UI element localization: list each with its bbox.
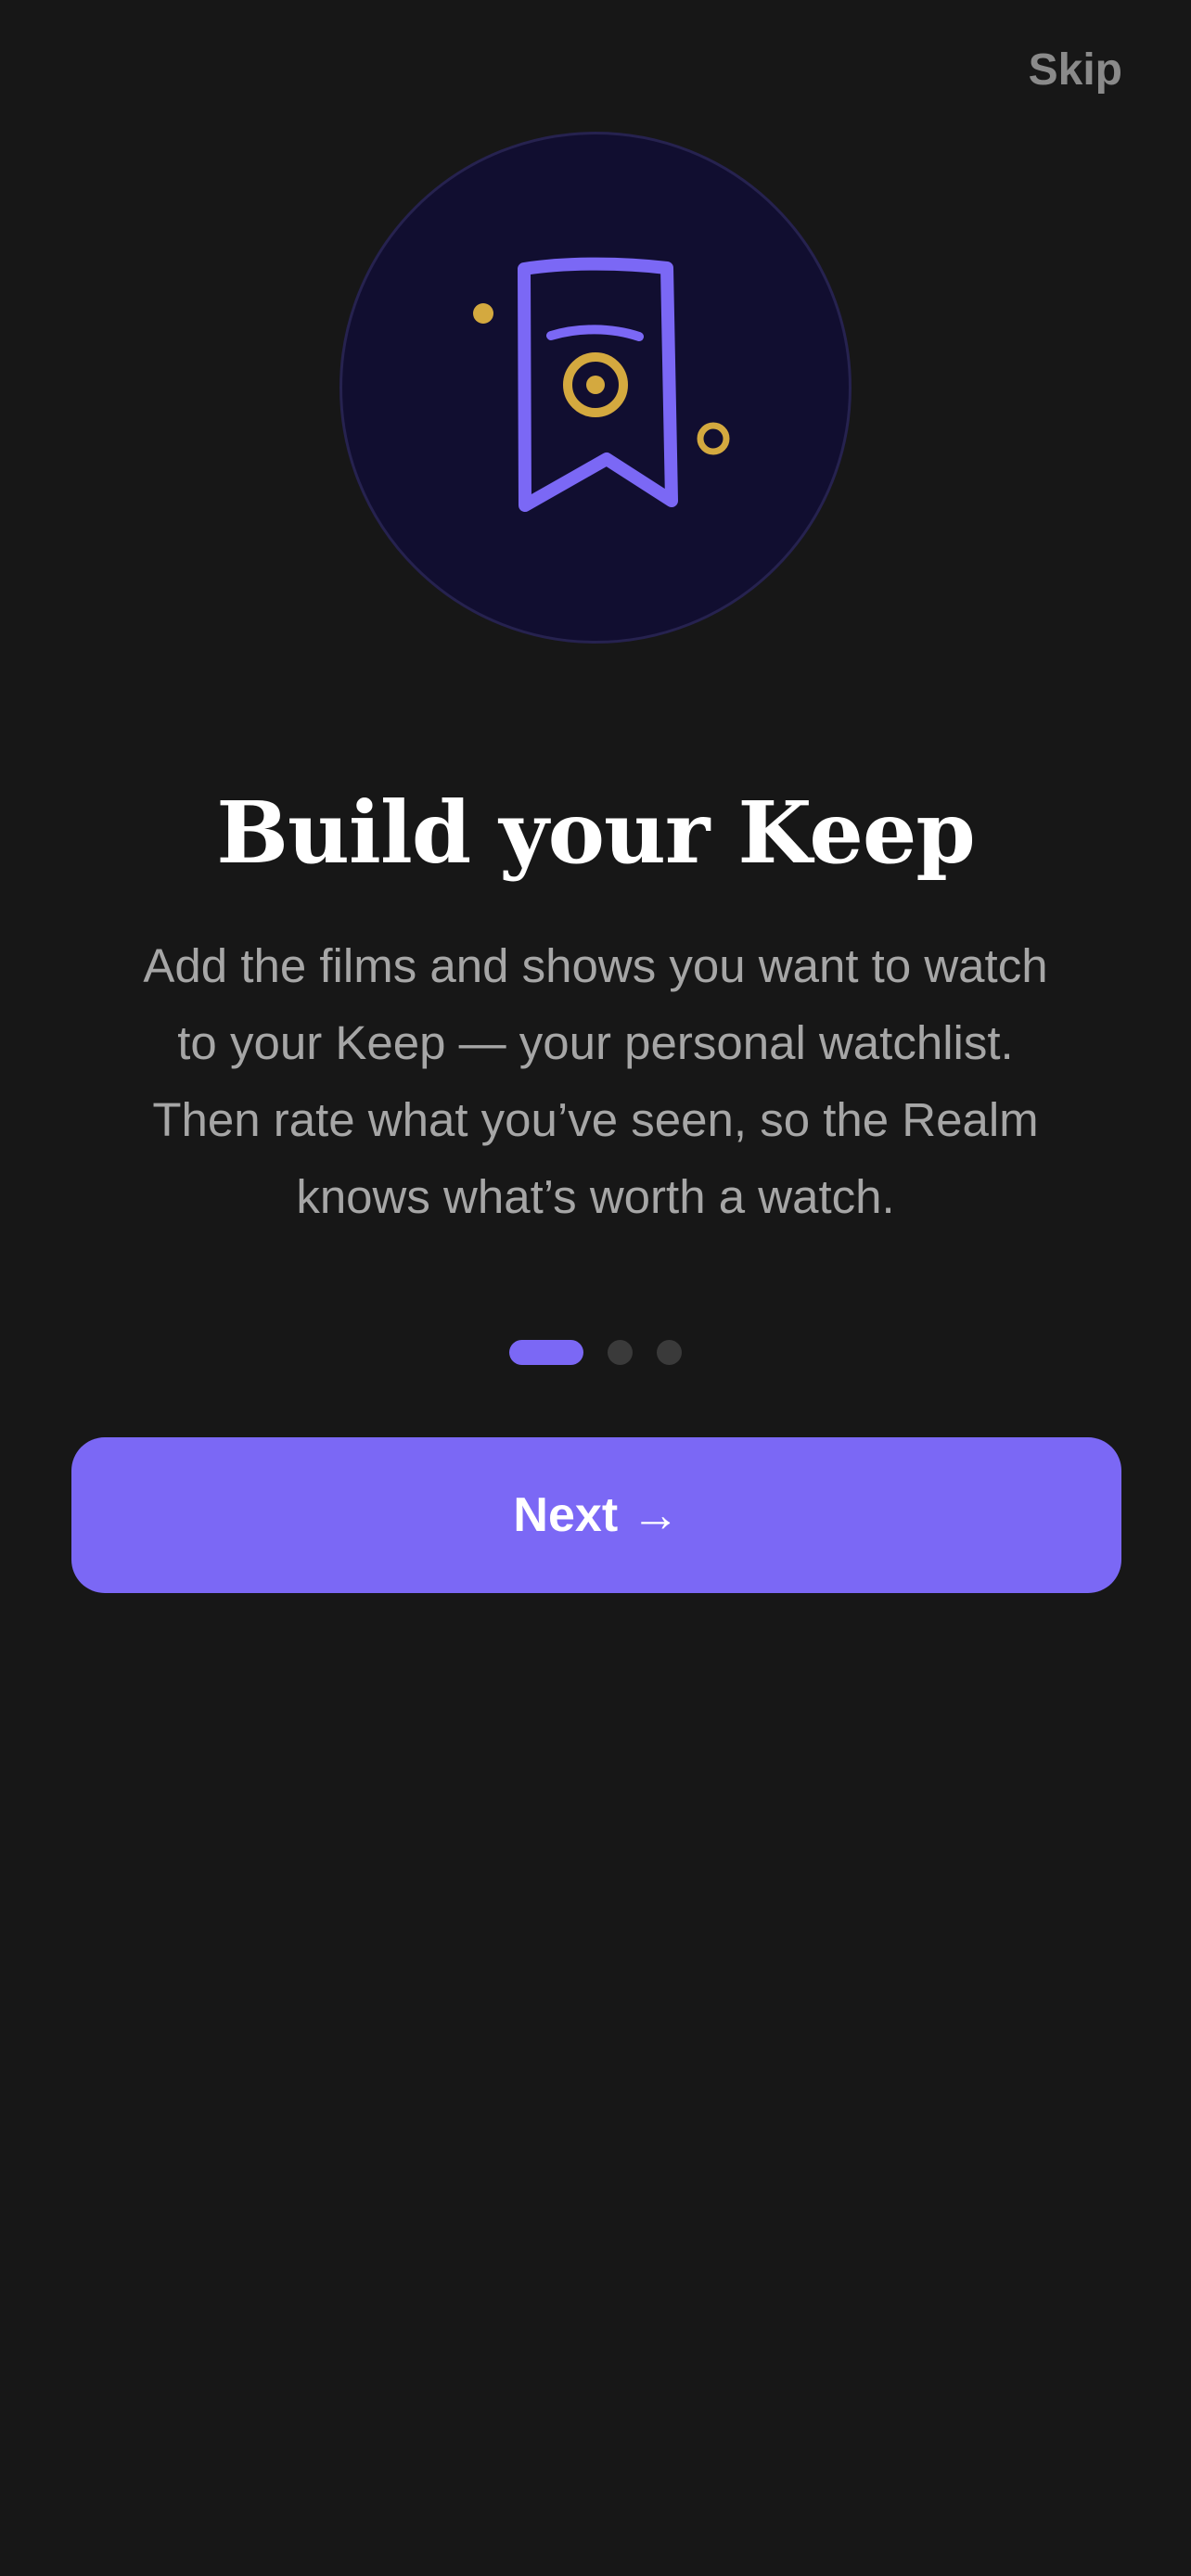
- page-description: Add the films and shows you want to watc…: [143, 939, 1048, 1223]
- bookmark-line: [546, 325, 644, 341]
- sparkle-dot-icon: [473, 303, 493, 324]
- page-dot-2[interactable]: [608, 1339, 633, 1365]
- bookmark-icon: [473, 257, 730, 512]
- skip-button[interactable]: Skip: [1029, 39, 1122, 102]
- page-dot-1[interactable]: [509, 1339, 583, 1365]
- onboarding-screen: Skip Build your Keep Add the films and s…: [0, 0, 1191, 2576]
- hero-illustration: [339, 132, 852, 644]
- page-indicator: [0, 1339, 1191, 1365]
- sparkle-ring-icon: [697, 422, 730, 455]
- page-title: Build your Keep: [216, 783, 975, 883]
- page-dot-3[interactable]: [657, 1339, 682, 1365]
- target-dot-icon: [586, 376, 605, 394]
- next-button-label: Next →: [513, 1488, 680, 1542]
- next-button[interactable]: Next →: [71, 1437, 1121, 1593]
